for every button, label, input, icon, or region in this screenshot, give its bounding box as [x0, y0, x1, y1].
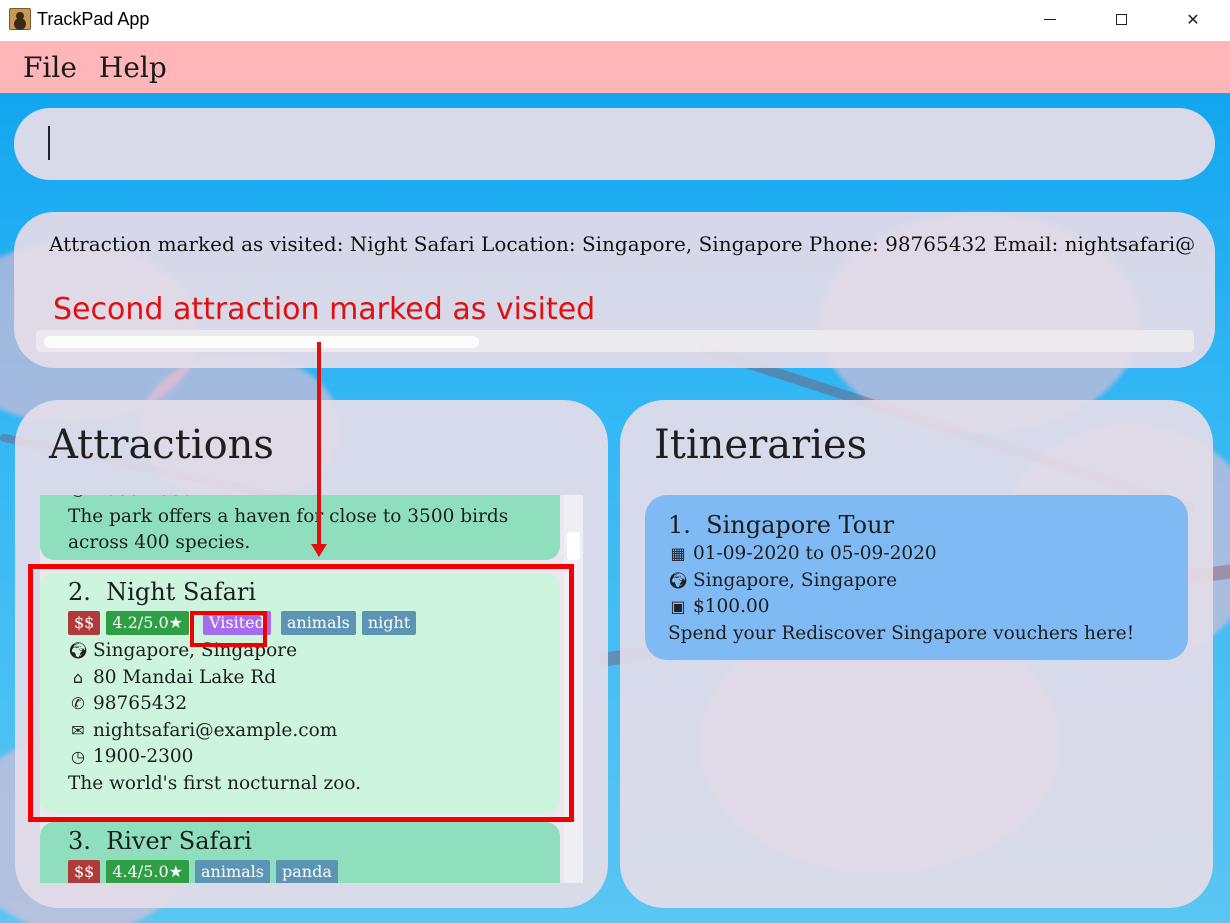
attraction-card-partial[interactable]: ◷ 1000-1800 The park offers a haven for …	[40, 495, 560, 560]
command-input[interactable]	[14, 108, 1215, 180]
itinerary-dates: 01-09-2020 to 05-09-2020	[693, 543, 937, 564]
annotation-label: Second attraction marked as visited	[53, 292, 596, 327]
globe-icon: 🌍︎	[667, 570, 689, 590]
rating-badge: 4.4/5.0★	[106, 860, 189, 883]
annotation-arrow-head	[311, 544, 327, 557]
attractions-title: Attractions	[49, 422, 274, 468]
title-bar: TrackPad App ✕	[0, 0, 1230, 41]
itineraries-panel: Itineraries 1. Singapore Tour ▦ 01-09-20…	[620, 400, 1213, 908]
result-display: Attraction marked as visited: Night Safa…	[14, 212, 1215, 368]
result-horizontal-scrollbar[interactable]	[36, 330, 1194, 352]
calendar-icon: ▦	[670, 544, 686, 563]
app-title: TrackPad App	[37, 9, 150, 29]
attraction-description: The park offers a haven for close to 350…	[68, 505, 509, 554]
result-message: Attraction marked as visited: Night Safa…	[49, 232, 1194, 256]
app-icon	[9, 8, 31, 30]
itinerary-card-singapore-tour[interactable]: 1. Singapore Tour ▦ 01-09-2020 to 05-09-…	[645, 495, 1188, 660]
clock-icon: ◷	[68, 495, 88, 500]
itinerary-name: 1. Singapore Tour	[668, 511, 895, 539]
menu-help[interactable]: Help	[99, 51, 167, 84]
maximize-icon	[1115, 13, 1127, 25]
close-button[interactable]: ✕	[1170, 0, 1216, 38]
scrollbar-thumb[interactable]	[567, 532, 580, 560]
annotation-highlight-visited	[190, 611, 267, 647]
tag-badge: panda	[275, 860, 338, 883]
price-badge: $$	[68, 860, 101, 883]
maximize-button[interactable]	[1098, 0, 1144, 38]
attraction-name: 3. River Safari	[68, 827, 252, 855]
menu-file[interactable]: File	[23, 51, 77, 84]
minimize-icon	[1044, 18, 1056, 20]
result-scrollbar-thumb[interactable]	[44, 336, 479, 348]
close-icon: ✕	[1186, 9, 1200, 29]
itinerary-description: Spend your Rediscover Singapore vouchers…	[668, 622, 1135, 644]
itineraries-title: Itineraries	[654, 422, 868, 468]
attraction-card-river-safari[interactable]: 3. River Safari $$ 4.4/5.0★ animals pand…	[40, 822, 560, 883]
minimize-button[interactable]	[1027, 0, 1073, 38]
itinerary-location: Singapore, Singapore	[693, 569, 898, 591]
tag-badge: animals	[194, 860, 270, 883]
attraction-tags: $$ 4.4/5.0★ animals panda	[68, 859, 560, 883]
attraction-hours: 1000-1800	[93, 495, 193, 504]
annotation-arrow-line	[317, 342, 321, 546]
money-icon: ▣	[670, 597, 686, 616]
menu-bar: File Help	[0, 41, 1230, 93]
annotation-highlight-card	[28, 564, 574, 822]
itinerary-budget: $100.00	[693, 596, 770, 617]
text-caret	[48, 126, 50, 160]
